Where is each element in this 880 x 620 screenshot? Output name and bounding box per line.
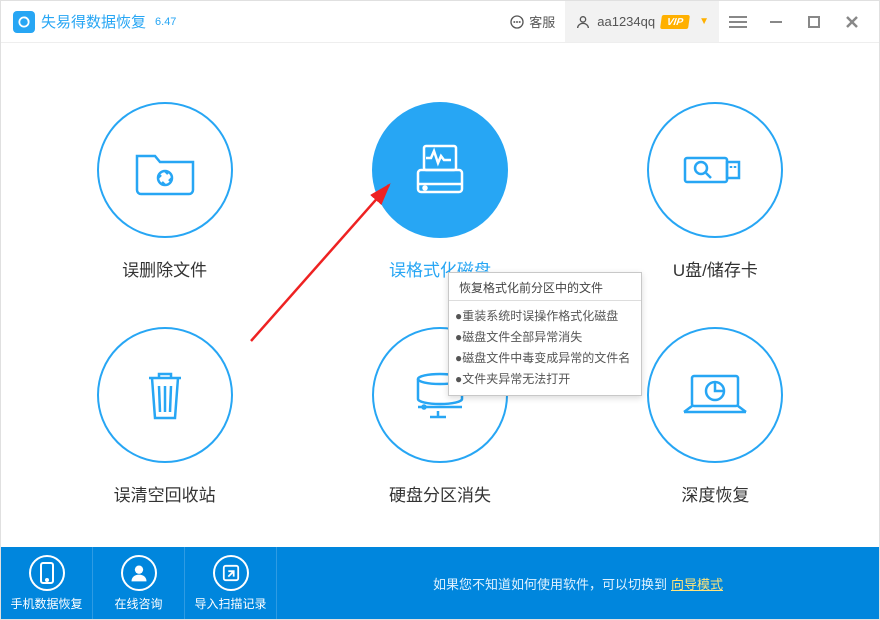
support-label: 客服 [529,12,555,31]
phone-icon [29,555,65,591]
laptop-scan-icon [647,327,783,463]
footer-online-consult[interactable]: 在线咨询 [93,547,185,619]
support-button[interactable]: 客服 [499,1,565,42]
titlebar: 失易得数据恢复 6.47 客服 aa1234qq VIP ▼ [1,1,879,43]
maximize-button[interactable] [795,1,833,42]
tooltip-title: 恢复格式化前分区中的文件 [449,273,641,301]
option-formatted-disk[interactable]: 误格式化磁盘 [302,79,577,304]
app-window: 失易得数据恢复 6.47 客服 aa1234qq VIP ▼ [0,0,880,620]
tooltip-body: ●重装系统时误操作格式化磁盘 ●磁盘文件全部异常消失 ●磁盘文件中毒变成异常的文… [449,301,641,395]
option-label: 硬盘分区消失 [389,481,491,506]
footer-label: 在线咨询 [114,595,162,612]
vip-badge: VIP [660,15,690,29]
user-icon [575,14,591,30]
import-icon [213,555,249,591]
tooltip-item: ●文件夹异常无法打开 [455,368,637,389]
tooltip-item: ●重装系统时误操作格式化磁盘 [455,305,637,326]
person-icon [121,555,157,591]
trash-icon [97,327,233,463]
usb-search-icon [647,102,783,238]
footer-hint: 如果您不知道如何使用软件，可以切换到 向导模式 [277,547,879,619]
main-area: 误删除文件 误格式化磁盘 [1,43,879,547]
titlebar-left: 失易得数据恢复 6.47 [13,11,176,33]
minimize-button[interactable] [757,1,795,42]
username: aa1234qq [597,14,655,29]
footer-phone-recovery[interactable]: 手机数据恢复 [1,547,93,619]
footer-label: 导入扫描记录 [194,595,266,612]
user-account-button[interactable]: aa1234qq VIP ▼ [565,1,719,42]
app-logo-icon [13,11,35,33]
option-recycle-bin[interactable]: 误清空回收站 [27,304,302,529]
footer-import-scan[interactable]: 导入扫描记录 [185,547,277,619]
close-button[interactable] [833,1,871,42]
option-deleted-files[interactable]: 误删除文件 [27,79,302,304]
footer: 手机数据恢复 在线咨询 导入扫描记录 如果您不知道如何使用软件，可以切换到 向导… [1,547,879,619]
titlebar-right: 客服 aa1234qq VIP ▼ [499,1,871,42]
option-label: U盘/储存卡 [673,256,758,281]
menu-button[interactable] [719,1,757,42]
disk-pulse-icon [372,102,508,238]
hint-text: 如果您不知道如何使用软件，可以切换到 [433,574,667,593]
option-usb-sdcard[interactable]: U盘/储存卡 [578,79,853,304]
option-label: 深度恢复 [681,481,749,506]
hint-link[interactable]: 向导模式 [671,574,723,593]
recovery-options-grid: 误删除文件 误格式化磁盘 [1,43,879,547]
app-version: 6.47 [155,16,176,28]
option-label: 误删除文件 [122,256,207,281]
option-tooltip: 恢复格式化前分区中的文件 ●重装系统时误操作格式化磁盘 ●磁盘文件全部异常消失 … [448,272,642,396]
chevron-down-icon: ▼ [699,16,709,27]
tooltip-item: ●磁盘文件全部异常消失 [455,326,637,347]
option-label: 误清空回收站 [114,481,216,506]
folder-recycle-icon [97,102,233,238]
app-title: 失易得数据恢复 [41,11,146,32]
tooltip-item: ●磁盘文件中毒变成异常的文件名 [455,347,637,368]
footer-label: 手机数据恢复 [10,595,82,612]
